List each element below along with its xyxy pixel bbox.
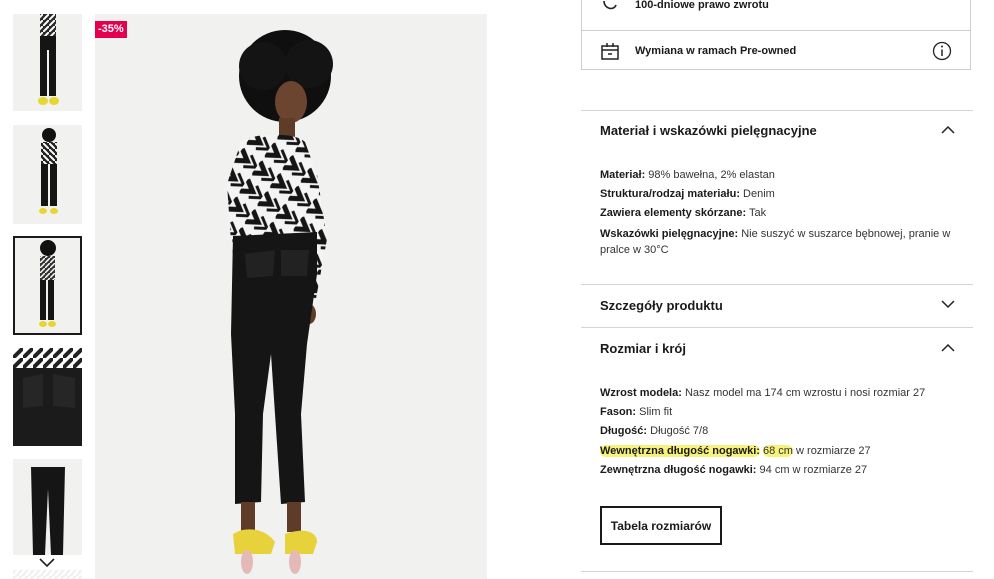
thumbnail-6-partial[interactable] [13, 570, 82, 579]
discount-badge: -35% [95, 21, 127, 38]
detail-structure: Struktura/rodzaj materiału: Denim [600, 188, 775, 200]
main-product-image[interactable] [95, 14, 487, 579]
chevron-down-icon [941, 300, 955, 309]
detail-leather: Zawiera elementy skórzane: Tak [600, 207, 767, 219]
detail-fit: Fason: Slim fit [600, 406, 673, 418]
chevron-up-icon [941, 125, 955, 134]
preowned-label: Wymiana w ramach Pre-owned [635, 44, 797, 57]
accordion-details-title: Szczegóły produktu [600, 298, 723, 313]
detail-model-height: Wzrost modela: Nasz model ma 174 cm wzro… [600, 387, 926, 399]
thumbnail-2[interactable] [13, 125, 82, 224]
preowned-row[interactable]: Wymiana w ramach Pre-owned [582, 30, 970, 70]
accordion-details-header[interactable]: Szczegóły produktu [581, 286, 973, 326]
size-chart-button[interactable]: Tabela rozmiarów [600, 506, 722, 545]
detail-outseam: Zewnętrzna długość nogawki: 94 cm w rozm… [600, 464, 868, 476]
service-box: 100-dniowe prawo zwrotu Wymiana w ramach… [581, 0, 971, 70]
detail-material: Materiał: 98% bawełna, 2% elastan [600, 169, 775, 181]
inseam-highlight-value: 68 cm [763, 445, 793, 457]
accordion-material-title: Materiał i wskazówki pielęgnacyjne [600, 123, 817, 138]
accordion-material-header[interactable]: Materiał i wskazówki pielęgnacyjne [581, 111, 973, 151]
divider [581, 571, 973, 572]
divider [581, 327, 973, 328]
thumbnail-4[interactable] [13, 348, 82, 446]
detail-inseam: Wewnętrzna długość nogawki: 68 cm w rozm… [600, 445, 871, 457]
accordion-size-title: Rozmiar i krój [600, 341, 686, 356]
detail-length: Długość: Długość 7/8 [600, 425, 709, 437]
divider [581, 284, 973, 285]
thumbnail-3-active[interactable] [13, 236, 82, 335]
chevron-down-icon[interactable] [38, 557, 56, 569]
preowned-box-icon [601, 42, 619, 60]
accordion-size-header[interactable]: Rozmiar i krój [581, 329, 973, 369]
info-icon[interactable] [932, 41, 952, 61]
detail-care: Wskazówki pielęgnacyjne: Nie suszyć w su… [600, 228, 951, 256]
thumbnail-strip [0, 0, 90, 579]
thumbnail-1[interactable] [13, 14, 82, 111]
chevron-up-icon [941, 343, 955, 352]
inseam-highlight-label: Wewnętrzna długość nogawki: [600, 445, 760, 457]
return-arrow-icon [603, 0, 617, 9]
return-policy-label: 100-dniowe prawo zwrotu [635, 0, 769, 11]
return-policy-row: 100-dniowe prawo zwrotu [582, 0, 970, 22]
thumbnail-5[interactable] [13, 459, 82, 555]
